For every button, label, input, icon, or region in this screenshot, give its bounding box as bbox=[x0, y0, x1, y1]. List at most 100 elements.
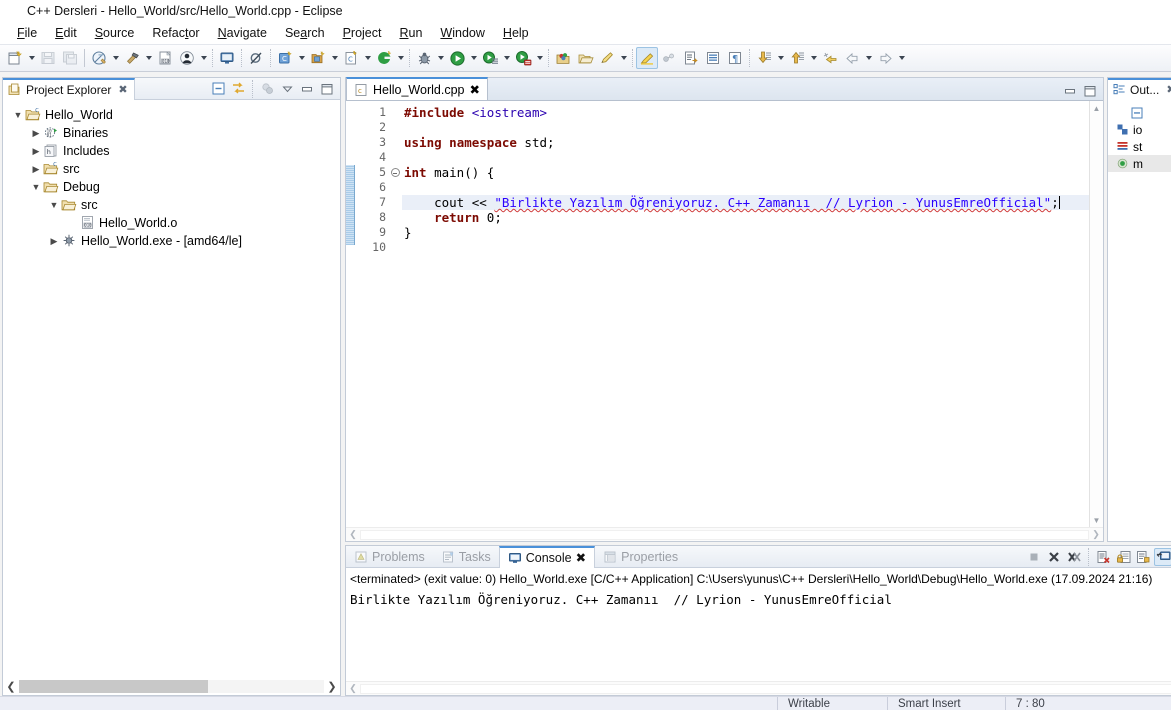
outline-item-namespace[interactable]: st bbox=[1108, 138, 1171, 155]
arrow-up-annotation-dropdown-arrow[interactable] bbox=[808, 47, 819, 69]
tree-item-hello-world-exe[interactable]: ▶ Hello_World.exe - [amd64/le] bbox=[3, 232, 340, 250]
filters-icon[interactable] bbox=[258, 80, 276, 98]
hammer-build-dropdown-arrow[interactable] bbox=[143, 47, 154, 69]
annotation-next-icon[interactable] bbox=[680, 47, 702, 69]
stop-square-icon[interactable] bbox=[1025, 548, 1043, 566]
arrow-left-icon[interactable] bbox=[841, 47, 863, 69]
tab-console[interactable]: Console ✖ bbox=[498, 545, 596, 568]
tab-tasks[interactable]: Tasks bbox=[433, 546, 499, 568]
maximize-icon[interactable] bbox=[1081, 82, 1099, 100]
project-explorer-hscrollbar[interactable]: ❮ ❯ bbox=[3, 677, 340, 695]
chevron-right-icon[interactable]: ▶ bbox=[29, 126, 43, 140]
menu-window[interactable]: Window bbox=[431, 24, 493, 42]
bug-dropdown-arrow[interactable] bbox=[435, 47, 446, 69]
maximize-icon[interactable] bbox=[318, 80, 336, 98]
arrow-down-annotation-icon[interactable] bbox=[753, 47, 775, 69]
hscroll-thumb[interactable] bbox=[19, 679, 209, 693]
link-with-editor-icon[interactable] bbox=[229, 80, 247, 98]
highlighter-icon[interactable] bbox=[636, 47, 658, 69]
build-all-dropdown-arrow[interactable] bbox=[110, 47, 121, 69]
annotation-gutter[interactable] bbox=[346, 101, 356, 527]
tab-problems[interactable]: Problems bbox=[346, 546, 433, 568]
profile-icon[interactable] bbox=[512, 47, 534, 69]
pilcrow-icon[interactable]: ¶ bbox=[724, 47, 746, 69]
run-dropdown-arrow[interactable] bbox=[468, 47, 479, 69]
pin-console-icon[interactable] bbox=[1134, 548, 1152, 566]
tab-project-explorer[interactable]: Project Explorer ✖ bbox=[3, 77, 135, 100]
menu-project[interactable]: Project bbox=[334, 24, 391, 42]
hscroll-track[interactable] bbox=[360, 529, 1089, 540]
bug-icon[interactable] bbox=[413, 47, 435, 69]
c-class-icon[interactable]: C bbox=[274, 47, 296, 69]
chevron-down-icon[interactable] bbox=[278, 80, 296, 98]
chevron-right-icon[interactable]: ▶ bbox=[47, 234, 61, 248]
menu-edit[interactable]: Edit bbox=[46, 24, 86, 42]
chevron-right-icon[interactable]: ▶ bbox=[29, 144, 43, 158]
display-console-icon[interactable] bbox=[1154, 547, 1171, 566]
person-dropdown-arrow[interactable] bbox=[198, 47, 209, 69]
chevron-right-icon[interactable]: ▶ bbox=[29, 162, 43, 176]
tree-item-src[interactable]: ▶ C src bbox=[3, 160, 340, 178]
forward-dropdown-arrow[interactable] bbox=[896, 47, 907, 69]
search-elements-icon[interactable] bbox=[552, 47, 574, 69]
arrow-down-annotation-dropdown-arrow[interactable] bbox=[775, 47, 786, 69]
skip-breakpoints-icon[interactable] bbox=[245, 47, 267, 69]
run-green-play-icon[interactable] bbox=[446, 47, 468, 69]
last-edit-pointer-icon[interactable] bbox=[819, 47, 841, 69]
save-icon[interactable] bbox=[37, 47, 59, 69]
pencil-search-dropdown-arrow[interactable] bbox=[618, 47, 629, 69]
editor-hscrollbar[interactable]: ❮ ❯ bbox=[346, 527, 1103, 541]
hscroll-track[interactable] bbox=[360, 683, 1171, 694]
close-icon[interactable]: ✖ bbox=[1166, 83, 1171, 96]
show-source-icon[interactable] bbox=[702, 47, 724, 69]
tree-item-hello-world[interactable]: ▼ C Hello_World bbox=[3, 106, 340, 124]
external-tools-dropdown-arrow[interactable] bbox=[501, 47, 512, 69]
back-dropdown-arrow[interactable] bbox=[863, 47, 874, 69]
person-icon[interactable] bbox=[176, 47, 198, 69]
menu-source[interactable]: Source bbox=[86, 24, 144, 42]
tab-outline[interactable]: Out... ✖ bbox=[1108, 77, 1171, 100]
remove-x-icon[interactable] bbox=[1045, 548, 1063, 566]
chevron-down-icon[interactable]: ▼ bbox=[29, 180, 43, 194]
c-project-dropdown-arrow[interactable] bbox=[329, 47, 340, 69]
outline-item-main[interactable]: m bbox=[1108, 155, 1171, 172]
profile-dropdown-arrow[interactable] bbox=[534, 47, 545, 69]
c-class-dropdown-arrow[interactable] bbox=[296, 47, 307, 69]
close-icon[interactable]: ✖ bbox=[576, 550, 586, 565]
new-file-dropdown-arrow[interactable] bbox=[26, 47, 37, 69]
tree-item-hello-world-o[interactable]: 010 Hello_World.o bbox=[3, 214, 340, 232]
code-text-area[interactable]: #include <iostream> using namespace std;… bbox=[402, 101, 1089, 527]
collapse-all-icon[interactable] bbox=[1130, 106, 1144, 120]
scroll-down-icon[interactable]: ▼ bbox=[1090, 513, 1103, 527]
scroll-right-icon[interactable]: ❯ bbox=[324, 680, 340, 693]
external-tools-icon[interactable] bbox=[479, 47, 501, 69]
chevron-down-icon[interactable]: ▼ bbox=[47, 198, 61, 212]
git-icon[interactable] bbox=[373, 47, 395, 69]
link-editor-icon[interactable] bbox=[658, 47, 680, 69]
scroll-up-icon[interactable]: ▲ bbox=[1090, 101, 1103, 115]
fold-collapse-icon[interactable] bbox=[388, 165, 402, 180]
console-hscrollbar[interactable]: ❮ bbox=[346, 681, 1171, 695]
c-file-icon[interactable]: C bbox=[340, 47, 362, 69]
pencil-search-icon[interactable] bbox=[596, 47, 618, 69]
c-file-dropdown-arrow[interactable] bbox=[362, 47, 373, 69]
open-folder-icon[interactable] bbox=[574, 47, 596, 69]
git-dropdown-arrow[interactable] bbox=[395, 47, 406, 69]
menu-search[interactable]: Search bbox=[276, 24, 334, 42]
arrow-up-annotation-icon[interactable] bbox=[786, 47, 808, 69]
folding-ruler[interactable] bbox=[388, 101, 402, 527]
menu-refactor[interactable]: Refactor bbox=[143, 24, 208, 42]
menu-run[interactable]: Run bbox=[390, 24, 431, 42]
minimize-icon[interactable] bbox=[298, 80, 316, 98]
tree-item-debug-src[interactable]: ▼ src bbox=[3, 196, 340, 214]
minimize-icon[interactable] bbox=[1061, 82, 1079, 100]
hscroll-track[interactable] bbox=[19, 679, 324, 693]
menu-file[interactable]: File bbox=[8, 24, 46, 42]
remove-all-xx-icon[interactable] bbox=[1065, 548, 1083, 566]
scroll-lock-icon[interactable] bbox=[1114, 548, 1132, 566]
save-all-icon[interactable] bbox=[59, 47, 81, 69]
menu-help[interactable]: Help bbox=[494, 24, 538, 42]
scroll-left-icon[interactable]: ❮ bbox=[3, 680, 19, 693]
collapse-all-icon[interactable] bbox=[209, 80, 227, 98]
tab-properties[interactable]: Properties bbox=[595, 546, 686, 568]
